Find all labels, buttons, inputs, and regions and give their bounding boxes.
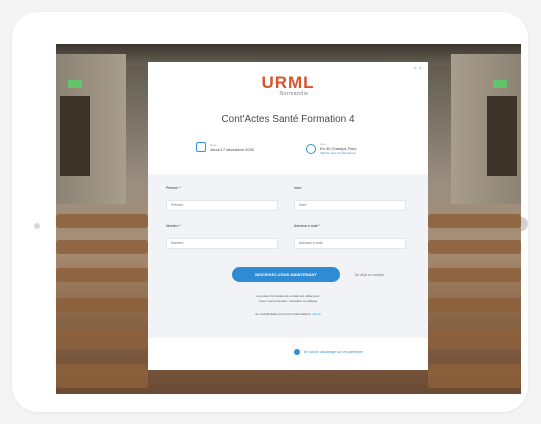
firstname-field-group: Prénom * [166,186,278,211]
lastname-field-group: Nom [294,186,406,211]
registration-panel: × × URML Normandie Cont'Actes Santé Form… [148,62,428,370]
exit-sign-left [68,80,82,88]
logo-subtext: Normandie [279,91,309,97]
event-place: Lieu En 4h Champs Flors Afficher plus d'… [306,142,356,155]
logo-text: URML [261,73,315,92]
email-input[interactable] [294,237,406,249]
hall-door-right [487,96,517,176]
seat-row [56,298,148,312]
lastname-label: Nom [294,186,302,190]
email-field-group: Adresse e-mail * [294,224,406,249]
seat-row [428,330,521,350]
calendar-icon [196,142,206,152]
privacy-note-line1: Le présent formulaire de contact est uti… [256,294,320,298]
register-button[interactable]: INSCRIVEZ-VOUS MAINTENANT [232,267,340,282]
number-label: Numéro * [166,224,181,228]
seat-row [56,240,148,254]
close-icon[interactable]: × × [413,66,422,72]
email-label: Adresse e-mail * [294,224,320,228]
location-pin-icon [306,143,316,154]
seat-row [56,214,148,228]
partner-info-link[interactable]: En savoir davantage sur ce partenaire [294,349,363,355]
number-input[interactable] [166,237,278,249]
seat-row [428,214,521,228]
exit-sign-right [493,80,507,88]
seat-row [428,298,521,312]
event-date: Date Jeudi 17 décembre 2020 [196,142,254,152]
seat-row [428,364,521,388]
partner-info-label: En savoir davantage sur ce partenaire [304,350,364,354]
lastname-input[interactable] [294,199,406,211]
seat-row [428,240,521,254]
firstname-label: Prénom * [166,186,181,190]
seat-row [428,268,521,282]
hall-door-left [60,96,90,176]
seat-row [56,268,148,282]
firstname-input[interactable] [166,199,278,211]
seat-row [56,330,148,350]
existing-account-link[interactable]: J'ai déjà un compte [354,273,384,277]
date-value: Jeudi 17 décembre 2020 [210,146,255,152]
place-more-link[interactable]: Afficher plus d'informations [320,151,356,155]
privacy-note-line3: de confidentialité pour plus d'informati… [148,312,428,316]
privacy-note-text: de confidentialité pour plus d'informati… [255,312,312,316]
number-field-group: Numéro * [166,224,278,249]
seat-row [56,364,148,388]
camera-dot [34,223,40,229]
privacy-read-link[interactable]: Lire ici [312,312,321,316]
info-icon [294,349,300,355]
event-title: Cont'Actes Santé Formation 4 [221,114,355,125]
urml-logo: URML Normandie [148,74,428,97]
privacy-note-line2: mieux vous connaître. Consultez la polit… [258,299,318,303]
